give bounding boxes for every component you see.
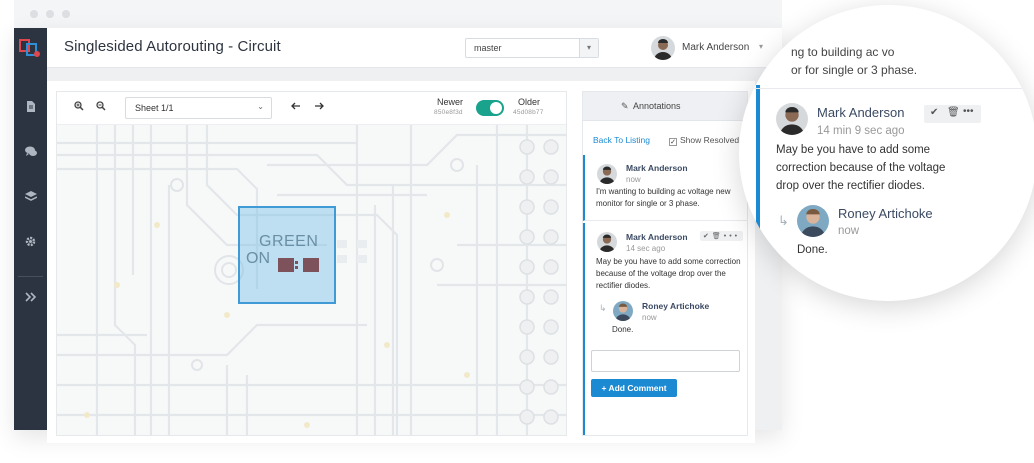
pad-marker xyxy=(295,261,298,264)
trash-icon[interactable]: 🗑 xyxy=(947,107,960,118)
window-dot xyxy=(30,10,38,18)
main-panel: Sheet 1/1 ⌄ Newer 850e8f3d Older 45d08b7… xyxy=(47,81,755,443)
annotations-panel: ✎ Annotations Back To Listing ✓ Show Reso… xyxy=(582,91,748,436)
comment-time: now xyxy=(626,175,641,184)
reply-body: Done. xyxy=(797,244,828,256)
reply-body: Done. xyxy=(612,325,634,334)
avatar xyxy=(776,103,808,135)
sheet-select[interactable]: Sheet 1/1 ⌄ xyxy=(125,97,272,119)
comment-body: drop over the rectifier diodes. xyxy=(776,180,925,192)
checkbox-icon: ✓ xyxy=(669,138,677,146)
zoom-magnifier: ng to building ac vo or for single or 3 … xyxy=(739,5,1034,301)
arrow-right-icon[interactable] xyxy=(313,101,325,113)
app-logo-icon xyxy=(19,39,40,57)
reply-arrow-icon: ↳ xyxy=(599,303,607,313)
component-pad xyxy=(303,258,319,272)
layers-icon[interactable] xyxy=(24,190,37,203)
resolve-check-icon[interactable]: ✔ xyxy=(703,233,712,240)
add-comment-button[interactable]: + Add Comment xyxy=(591,379,677,397)
document-icon[interactable] xyxy=(24,100,37,113)
annotation-thread[interactable]: Mark Anderson now I'm wanting to buildin… xyxy=(583,155,747,221)
app-header: Singlesided Autorouting - Circuit master… xyxy=(47,28,782,68)
sidebar xyxy=(14,28,47,430)
comment-input[interactable] xyxy=(591,350,740,372)
show-resolved-checkbox[interactable]: ✓ Show Resolved xyxy=(669,135,739,146)
silkscreen-label: ON xyxy=(246,250,270,267)
comment-author: Mark Anderson xyxy=(817,105,905,120)
comment-actions[interactable]: ✔ 🗑 ••• xyxy=(924,105,981,123)
toggle-knob xyxy=(490,102,502,114)
comment-time: 14 min 9 sec ago xyxy=(817,125,905,137)
avatar xyxy=(597,164,617,184)
avatar xyxy=(597,232,617,252)
browser-titlebar xyxy=(14,0,782,28)
reply-arrow-icon: ↳ xyxy=(778,213,789,228)
magnified-text: ng to building ac vo xyxy=(791,45,895,59)
chevron-down-icon: ▾ xyxy=(579,39,598,57)
comment-body: correction because of the voltage xyxy=(776,162,946,174)
annotations-header: ✎ Annotations xyxy=(583,92,747,121)
comment-author: Mark Anderson xyxy=(626,232,688,242)
pencil-icon: ✎ xyxy=(621,101,629,111)
back-to-listing-link[interactable]: Back To Listing xyxy=(593,135,650,145)
newer-hash: 850e8f3d xyxy=(434,109,463,116)
viewer-toolbar: Sheet 1/1 ⌄ Newer 850e8f3d Older 45d08b7… xyxy=(57,92,566,125)
trash-icon[interactable]: 🗑 xyxy=(712,233,724,240)
sheet-select-value: Sheet 1/1 xyxy=(135,103,174,113)
avatar xyxy=(613,301,633,321)
settings-gear-icon[interactable] xyxy=(24,235,37,248)
comment-body: I'm wanting to building ac voltage new m… xyxy=(596,187,731,208)
comment-body: May be you have to add some correction b… xyxy=(596,257,741,290)
reply-author: Roney Artichoke xyxy=(642,301,710,311)
chevron-down-icon: ⌄ xyxy=(257,102,264,111)
branch-select[interactable]: master ▾ xyxy=(465,38,599,58)
zoom-in-icon[interactable] xyxy=(73,101,85,113)
arrow-left-icon[interactable] xyxy=(290,101,302,113)
reply-author: Roney Artichoke xyxy=(838,206,933,221)
more-icon[interactable]: ••• xyxy=(724,233,740,240)
page-title: Singlesided Autorouting - Circuit xyxy=(64,38,281,55)
component-pad xyxy=(278,258,294,272)
comment-author: Mark Anderson xyxy=(626,163,688,173)
divider xyxy=(739,88,1034,89)
comment-time: 14 sec ago xyxy=(626,244,666,253)
silkscreen-label: GREEN xyxy=(259,233,319,250)
selected-component[interactable]: GREEN ON xyxy=(238,206,336,304)
reply-time: now xyxy=(642,313,657,322)
avatar xyxy=(797,205,829,237)
window-dot xyxy=(62,10,70,18)
older-hash: 45d08b77 xyxy=(513,109,544,116)
schematic-viewer: Sheet 1/1 ⌄ Newer 850e8f3d Older 45d08b7… xyxy=(56,91,567,436)
annotation-thread[interactable]: Mark Anderson ✔🗑••• 14 sec ago May be yo… xyxy=(583,223,747,435)
app-window: Singlesided Autorouting - Circuit master… xyxy=(14,28,782,443)
reply-time: now xyxy=(838,225,860,237)
newer-label: Newer xyxy=(437,97,464,107)
window-dot xyxy=(46,10,54,18)
version-toggle[interactable] xyxy=(476,100,504,116)
user-name[interactable]: Mark Anderson xyxy=(682,42,749,53)
resolve-check-icon[interactable]: ✔ xyxy=(930,107,938,118)
annotations-title: Annotations xyxy=(633,101,681,111)
more-icon[interactable]: ••• xyxy=(963,106,974,117)
zoom-out-icon[interactable] xyxy=(95,101,107,113)
comment-body: May be you have to add some xyxy=(776,144,931,156)
show-resolved-label: Show Resolved xyxy=(680,135,740,145)
expand-sidebar-icon[interactable] xyxy=(24,290,37,303)
sidebar-divider xyxy=(18,276,43,277)
older-label: Older xyxy=(518,97,541,107)
comment-actions[interactable]: ✔🗑••• xyxy=(700,231,744,241)
magnified-text: or for single or 3 phase. xyxy=(791,63,918,77)
comments-icon[interactable] xyxy=(24,145,37,158)
avatar[interactable] xyxy=(651,36,675,60)
thread-accent-bar xyxy=(756,85,760,275)
branch-select-value: master xyxy=(474,43,502,53)
